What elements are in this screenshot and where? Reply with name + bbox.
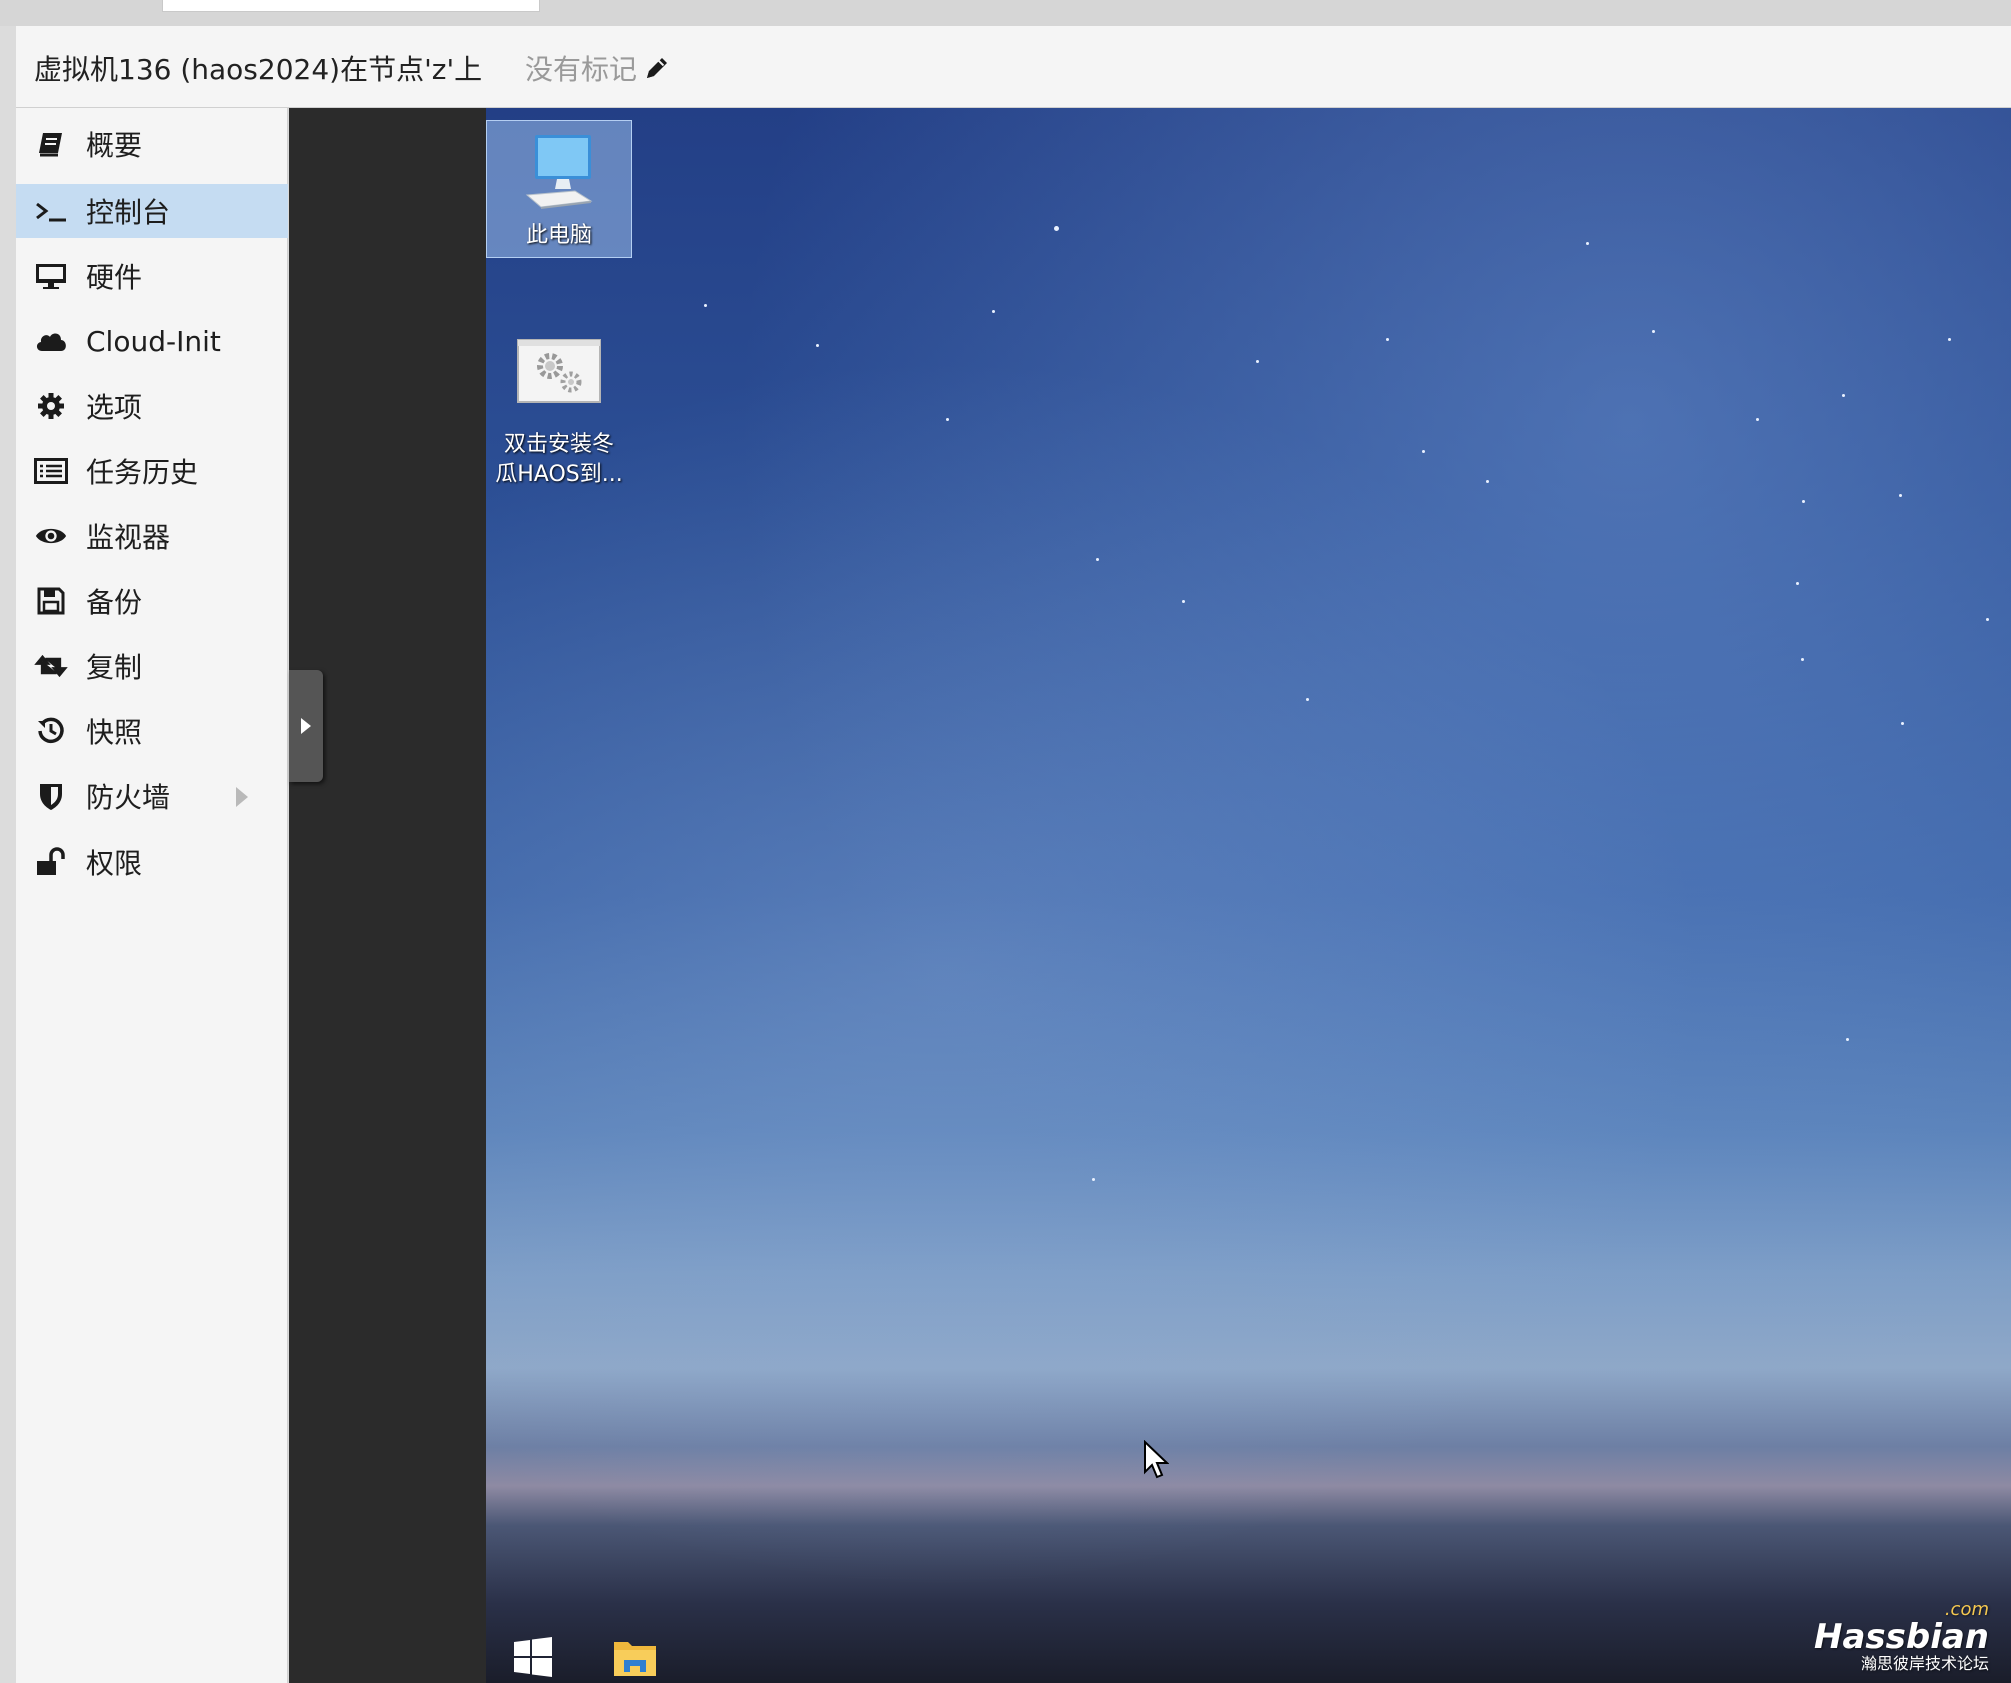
file-explorer-icon[interactable]	[612, 1636, 658, 1678]
sidebar-item-backup[interactable]: 备份	[16, 574, 288, 628]
windows-start-icon[interactable]	[512, 1636, 554, 1678]
sidebar-item-label: 复制	[86, 651, 143, 684]
unlock-icon	[34, 847, 68, 876]
watermark-sub: 瀚思彼岸技术论坛	[1860, 1654, 1989, 1673]
star	[1096, 558, 1099, 561]
star	[1486, 480, 1489, 483]
star	[1386, 338, 1389, 341]
star	[816, 344, 819, 347]
star	[1802, 500, 1805, 503]
history-icon	[34, 717, 68, 745]
sidebar-item-replication[interactable]: 复制	[16, 639, 288, 693]
star	[1256, 360, 1259, 363]
desktop-icon	[34, 262, 68, 290]
cloud-icon	[34, 327, 68, 355]
star	[1586, 242, 1589, 245]
sidebar-item-monitor[interactable]: 监视器	[16, 509, 288, 563]
mouse-cursor-icon	[1144, 1440, 1169, 1479]
sidebar-item-label: 任务历史	[86, 456, 199, 489]
vm-console-screen[interactable]	[486, 108, 2011, 1683]
star	[1948, 338, 1951, 341]
novnc-sidebar-toggle[interactable]	[289, 670, 323, 782]
star	[1652, 330, 1655, 333]
gear-icon	[34, 392, 68, 420]
star	[946, 418, 949, 421]
tags-area[interactable]: 没有标记	[525, 48, 671, 88]
star	[1842, 394, 1845, 397]
sidebar-item-options[interactable]: 选项	[16, 379, 288, 433]
sidebar-item-label: 备份	[86, 586, 143, 619]
sidebar-item-hardware[interactable]: 硬件	[16, 249, 288, 303]
star	[1796, 582, 1799, 585]
sidebar-item-summary[interactable]: 概要	[16, 117, 288, 171]
expand-arrow-icon[interactable]	[236, 787, 248, 807]
star	[1899, 494, 1902, 497]
watermark-logo: .com Hassbian 瀚思彼岸技术论坛	[1814, 1601, 1989, 1673]
sidebar-item-label: 防火墙	[86, 781, 171, 814]
vm-nav-sidebar: 概要 控制台 硬件 Cloud-Init 选项 任务历史 监视器 备份 复制 快…	[16, 108, 288, 1683]
sidebar-item-label: 快照	[86, 716, 143, 749]
sidebar-item-cloud-init[interactable]: Cloud-Init	[16, 314, 288, 368]
page-title: 虚拟机136 (haos2024)在节点'z'上	[34, 53, 483, 86]
star	[992, 310, 995, 313]
expand-arrow-icon	[301, 718, 311, 734]
sidebar-item-label: 控制台	[86, 196, 171, 229]
sidebar-item-label: 概要	[86, 129, 143, 162]
star	[1422, 450, 1425, 453]
floppy-disk-icon	[34, 587, 68, 615]
no-tags-label: 没有标记	[525, 53, 638, 86]
setup-gears-icon	[517, 339, 601, 403]
desktop-icon-label: 瓜HAOS到...	[495, 462, 623, 487]
retweet-icon	[34, 652, 68, 680]
terminal-icon	[34, 197, 68, 225]
star	[1756, 418, 1759, 421]
sidebar-item-label: Cloud-Init	[86, 324, 221, 358]
list-icon	[34, 457, 68, 485]
resource-tree-edge	[0, 26, 16, 1683]
watermark-main: Hassbian	[1813, 1617, 1989, 1657]
star	[1092, 1178, 1095, 1181]
sidebar-item-task-history[interactable]: 任务历史	[16, 444, 288, 498]
desktop-icon-this-pc[interactable]: 此电脑	[486, 120, 632, 258]
star	[704, 304, 707, 307]
sidebar-item-permissions[interactable]: 权限	[16, 835, 288, 889]
top-toolbar-strip	[0, 0, 2011, 26]
sidebar-item-label: 监视器	[86, 521, 171, 554]
sidebar-item-label: 选项	[86, 391, 143, 424]
star	[1986, 618, 1989, 621]
eye-icon	[34, 522, 68, 550]
star	[1846, 1038, 1849, 1041]
console-gutter	[289, 108, 486, 1683]
sidebar-item-firewall[interactable]: 防火墙	[16, 769, 288, 823]
sidebar-item-label: 权限	[86, 847, 143, 880]
proxmox-app: 虚拟机136 (haos2024)在节点'z'上 没有标记 概要 控制台 硬件 …	[0, 0, 2011, 1683]
star	[1182, 600, 1185, 603]
desktop-icon-label: 双击安装冬	[503, 432, 614, 457]
star	[1306, 698, 1309, 701]
sidebar-item-console[interactable]: 控制台	[16, 184, 288, 238]
search-input[interactable]	[162, 0, 540, 12]
star	[1054, 226, 1059, 231]
sidebar-item-label: 硬件	[86, 261, 143, 294]
star	[1801, 658, 1804, 661]
pencil-icon[interactable]	[643, 54, 671, 82]
shield-icon	[34, 782, 68, 810]
book-icon	[34, 130, 68, 158]
desktop-icon-setup[interactable]: 双击安装冬 瓜HAOS到...	[486, 338, 632, 488]
sidebar-item-snapshot[interactable]: 快照	[16, 704, 288, 758]
desktop-icon-label: 此电脑	[525, 223, 592, 248]
vm-header: 虚拟机136 (haos2024)在节点'z'上 没有标记	[16, 26, 2011, 108]
star	[1901, 722, 1904, 725]
computer-icon	[525, 135, 593, 209]
